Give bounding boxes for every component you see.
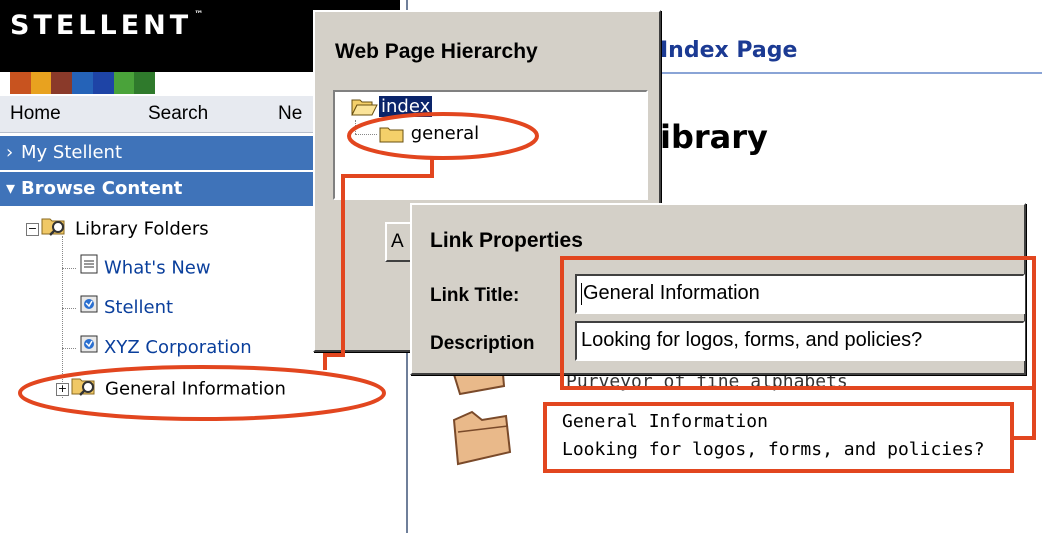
link-title-label: Link Title:: [430, 285, 520, 306]
brand-stripe-segment: [113, 72, 135, 94]
description-input[interactable]: Looking for logos, forms, and policies?: [575, 321, 1025, 361]
nav-new[interactable]: Ne: [278, 103, 302, 125]
link-dialog-title: Link Properties: [430, 229, 583, 252]
brand-stripe-segment: [30, 72, 52, 94]
brand-stripe-segment: [10, 72, 31, 94]
folder-icon: [448, 408, 514, 472]
chevron-right-icon: ›: [6, 142, 14, 163]
tree-item-library-folders[interactable]: − Library Folders: [26, 214, 209, 242]
chevron-down-icon: ▾: [6, 178, 16, 199]
folder-search-icon: [41, 214, 69, 245]
index-page-title: Index Page: [660, 38, 798, 63]
web-page-icon: [80, 294, 98, 322]
expand-icon[interactable]: +: [56, 383, 69, 396]
library-heading: ibrary: [660, 118, 768, 156]
new-link-title[interactable]: General Information: [562, 410, 768, 434]
nav-search[interactable]: Search: [148, 103, 208, 125]
folder-icon: [379, 123, 405, 144]
nav-home[interactable]: Home: [10, 103, 61, 125]
web-page-icon: [80, 334, 98, 362]
title-underline: [660, 72, 1042, 74]
brand-stripe-segment: [72, 72, 93, 94]
brand-color-stripe: [10, 72, 156, 94]
link-properties-dialog: Link Properties Link Title: General Info…: [410, 203, 1026, 375]
tree-item-whats-new[interactable]: What's New: [80, 254, 211, 282]
tree-item-stellent[interactable]: Stellent: [80, 294, 173, 322]
tree-item-xyz-corporation[interactable]: XYZ Corporation: [80, 334, 252, 362]
open-folder-icon: [351, 96, 379, 117]
description-label: Description: [430, 333, 535, 354]
document-icon: [80, 254, 98, 283]
folder-search-icon: [71, 374, 99, 405]
brand-stripe-segment: [92, 72, 114, 94]
hierarchy-dialog-title: Web Page Hierarchy: [335, 40, 538, 63]
brand-stripe-segment: [134, 72, 156, 94]
hierarchy-node-index[interactable]: index: [351, 96, 433, 117]
hierarchy-tree: index general: [333, 90, 648, 200]
collapse-icon[interactable]: −: [26, 223, 39, 236]
stellent-logo: STELLENT ™: [10, 10, 204, 41]
new-link-description: Looking for logos, forms, and policies?: [562, 439, 985, 460]
link-title-input[interactable]: General Information: [575, 274, 1025, 314]
brand-stripe-segment: [51, 72, 73, 94]
tree-item-general-information[interactable]: + General Information: [56, 374, 286, 402]
hierarchy-node-general[interactable]: general: [379, 123, 479, 144]
